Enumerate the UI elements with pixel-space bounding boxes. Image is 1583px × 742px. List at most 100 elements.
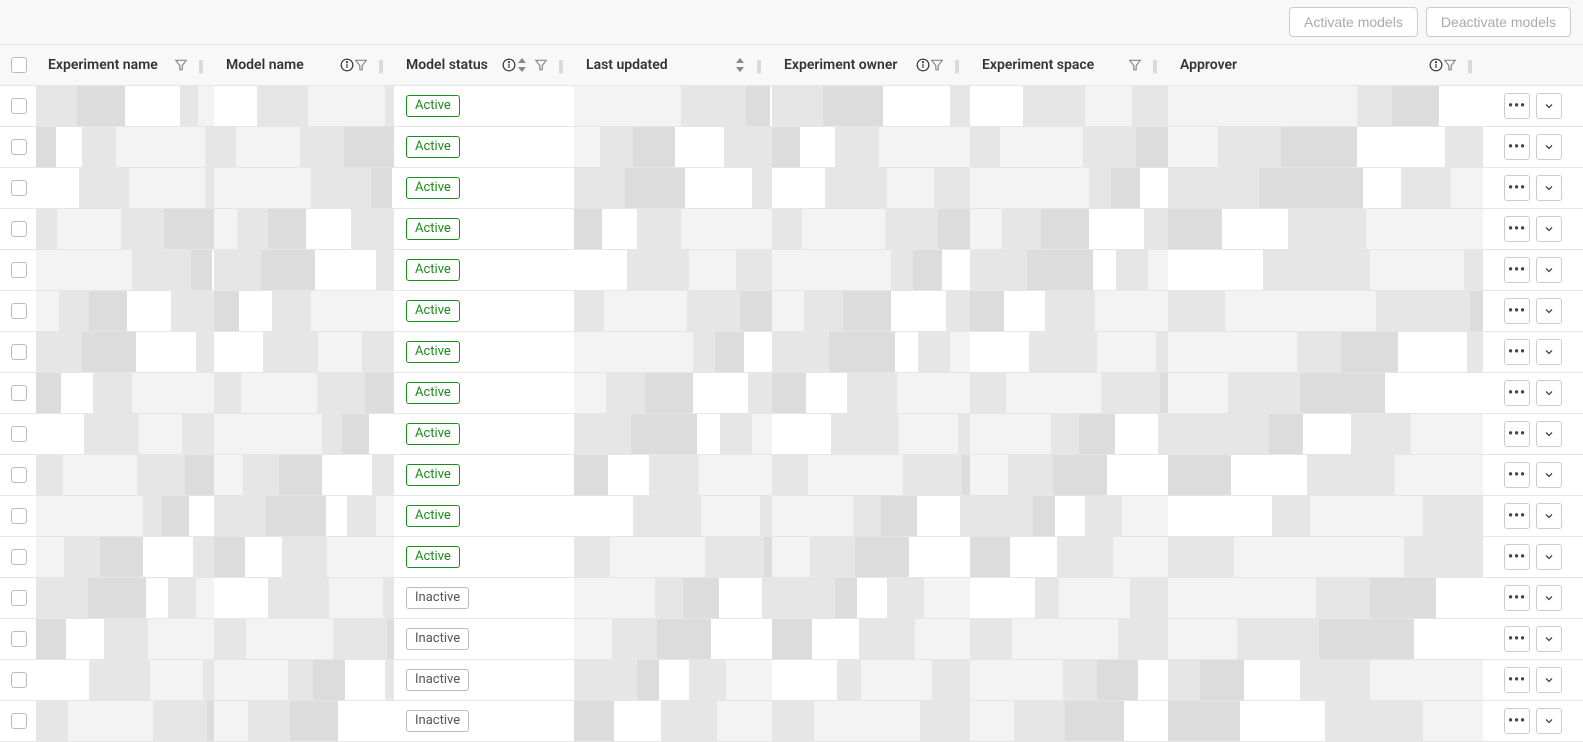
col-last-updated[interactable]: Last updated || — [574, 45, 772, 86]
expand-row-button[interactable] — [1536, 585, 1562, 611]
select-all-checkbox[interactable] — [11, 57, 27, 73]
resize-handle-icon[interactable]: || — [378, 56, 382, 75]
col-experiment-owner[interactable]: Experiment owner || — [772, 45, 970, 86]
resize-handle-icon[interactable]: || — [198, 56, 202, 75]
row-checkbox[interactable] — [11, 385, 27, 401]
more-actions-button[interactable]: ••• — [1504, 585, 1530, 611]
table-row: Active ••• — [0, 537, 1583, 578]
row-checkbox[interactable] — [11, 590, 27, 606]
more-actions-button[interactable]: ••• — [1504, 708, 1530, 734]
expand-row-button[interactable] — [1536, 544, 1562, 570]
chevron-down-icon — [1543, 551, 1555, 563]
resize-handle-icon[interactable]: || — [756, 56, 760, 75]
more-actions-button[interactable]: ••• — [1504, 421, 1530, 447]
row-checkbox[interactable] — [11, 631, 27, 647]
more-actions-button[interactable]: ••• — [1504, 298, 1530, 324]
table-row: Active ••• — [0, 496, 1583, 537]
table-row: Active ••• — [0, 291, 1583, 332]
col-label: Approver — [1180, 57, 1425, 73]
expand-row-button[interactable] — [1536, 708, 1562, 734]
filter-icon[interactable] — [930, 58, 944, 72]
table-row: Active ••• — [0, 373, 1583, 414]
table-row: Inactive ••• — [0, 701, 1583, 742]
filter-icon[interactable] — [1443, 58, 1457, 72]
more-actions-button[interactable]: ••• — [1504, 667, 1530, 693]
row-checkbox[interactable] — [11, 426, 27, 442]
chevron-down-icon — [1543, 469, 1555, 481]
table-row: Active ••• — [0, 414, 1583, 455]
expand-row-button[interactable] — [1536, 380, 1562, 406]
more-actions-button[interactable]: ••• — [1504, 503, 1530, 529]
col-model-status[interactable]: Model status || — [394, 45, 574, 86]
filter-icon[interactable] — [174, 58, 188, 72]
chevron-down-icon — [1543, 633, 1555, 645]
expand-row-button[interactable] — [1536, 134, 1562, 160]
chevron-down-icon — [1543, 346, 1555, 358]
status-badge: Active — [406, 95, 460, 117]
col-approver[interactable]: Approver || — [1168, 45, 1483, 86]
row-checkbox[interactable] — [11, 139, 27, 155]
chevron-down-icon — [1543, 305, 1555, 317]
more-actions-button[interactable]: ••• — [1504, 544, 1530, 570]
expand-row-button[interactable] — [1536, 175, 1562, 201]
more-actions-button[interactable]: ••• — [1504, 93, 1530, 119]
sort-icon[interactable] — [516, 58, 528, 72]
more-actions-button[interactable]: ••• — [1504, 626, 1530, 652]
table-row: Active ••• — [0, 332, 1583, 373]
expand-row-button[interactable] — [1536, 503, 1562, 529]
expand-row-button[interactable] — [1536, 298, 1562, 324]
info-icon[interactable] — [916, 58, 930, 72]
activate-models-button[interactable]: Activate models — [1289, 7, 1418, 37]
row-checkbox[interactable] — [11, 98, 27, 114]
filter-icon[interactable] — [1128, 58, 1142, 72]
sort-icon[interactable] — [734, 58, 746, 72]
more-actions-button[interactable]: ••• — [1504, 216, 1530, 242]
row-checkbox[interactable] — [11, 549, 27, 565]
row-checkbox[interactable] — [11, 713, 27, 729]
resize-handle-icon[interactable]: || — [1152, 56, 1156, 75]
expand-row-button[interactable] — [1536, 216, 1562, 242]
deactivate-models-button[interactable]: Deactivate models — [1426, 7, 1571, 37]
col-label: Last updated — [586, 57, 734, 73]
status-badge: Active — [406, 218, 460, 240]
row-checkbox[interactable] — [11, 221, 27, 237]
expand-row-button[interactable] — [1536, 667, 1562, 693]
toolbar: Activate models Deactivate models — [0, 0, 1583, 44]
row-checkbox[interactable] — [11, 344, 27, 360]
row-checkbox[interactable] — [11, 303, 27, 319]
chevron-down-icon — [1543, 428, 1555, 440]
resize-handle-icon[interactable]: || — [954, 56, 958, 75]
expand-row-button[interactable] — [1536, 339, 1562, 365]
info-icon[interactable] — [502, 58, 516, 72]
expand-row-button[interactable] — [1536, 421, 1562, 447]
row-checkbox[interactable] — [11, 180, 27, 196]
filter-icon[interactable] — [534, 58, 548, 72]
row-checkbox[interactable] — [11, 508, 27, 524]
row-checkbox[interactable] — [11, 262, 27, 278]
more-actions-button[interactable]: ••• — [1504, 134, 1530, 160]
status-badge: Active — [406, 505, 460, 527]
more-actions-button[interactable]: ••• — [1504, 380, 1530, 406]
col-model-name[interactable]: Model name || — [214, 45, 394, 86]
more-actions-button[interactable]: ••• — [1504, 339, 1530, 365]
expand-row-button[interactable] — [1536, 257, 1562, 283]
table-row: Active ••• — [0, 86, 1583, 127]
more-actions-button[interactable]: ••• — [1504, 462, 1530, 488]
more-actions-button[interactable]: ••• — [1504, 175, 1530, 201]
col-experiment-space[interactable]: Experiment space || — [970, 45, 1168, 86]
resize-handle-icon[interactable]: || — [558, 56, 562, 75]
info-icon[interactable] — [340, 58, 354, 72]
table-row: Inactive ••• — [0, 619, 1583, 660]
filter-icon[interactable] — [354, 58, 368, 72]
more-actions-button[interactable]: ••• — [1504, 257, 1530, 283]
chevron-down-icon — [1543, 264, 1555, 276]
expand-row-button[interactable] — [1536, 93, 1562, 119]
col-experiment-name[interactable]: Experiment name || — [36, 45, 214, 86]
expand-row-button[interactable] — [1536, 462, 1562, 488]
row-checkbox[interactable] — [11, 467, 27, 483]
row-checkbox[interactable] — [11, 672, 27, 688]
expand-row-button[interactable] — [1536, 626, 1562, 652]
chevron-down-icon — [1543, 182, 1555, 194]
info-icon[interactable] — [1429, 58, 1443, 72]
resize-handle-icon[interactable]: || — [1467, 56, 1471, 75]
